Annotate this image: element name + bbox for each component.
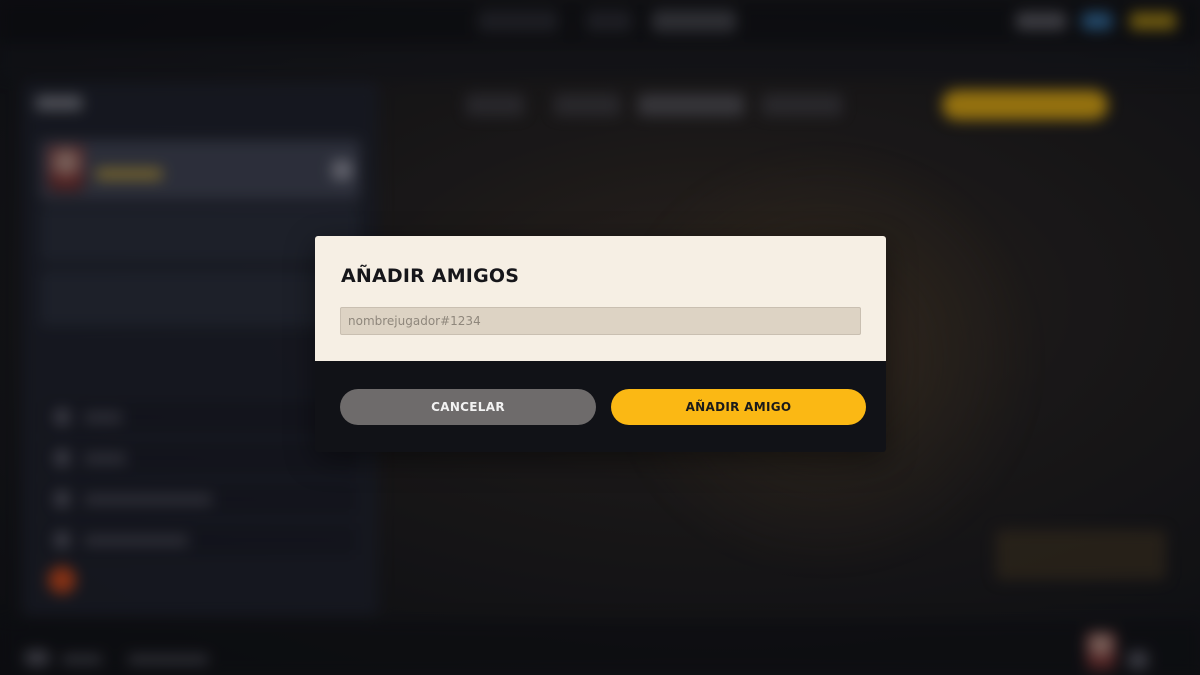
player-name-input[interactable] xyxy=(340,307,861,335)
add-friend-button[interactable]: AÑADIR AMIGO xyxy=(611,389,866,425)
cancel-button[interactable]: CANCELAR xyxy=(340,389,596,425)
dialog-footer: CANCELAR AÑADIR AMIGO xyxy=(315,361,886,452)
dialog-title: AÑADIR AMIGOS xyxy=(341,265,520,287)
dialog-body: AÑADIR AMIGOS xyxy=(315,236,886,361)
add-friends-dialog: AÑADIR AMIGOS CANCELAR AÑADIR AMIGO xyxy=(315,236,886,452)
app-window: AÑADIR AMIGOS CANCELAR AÑADIR AMIGO xyxy=(0,0,1200,675)
